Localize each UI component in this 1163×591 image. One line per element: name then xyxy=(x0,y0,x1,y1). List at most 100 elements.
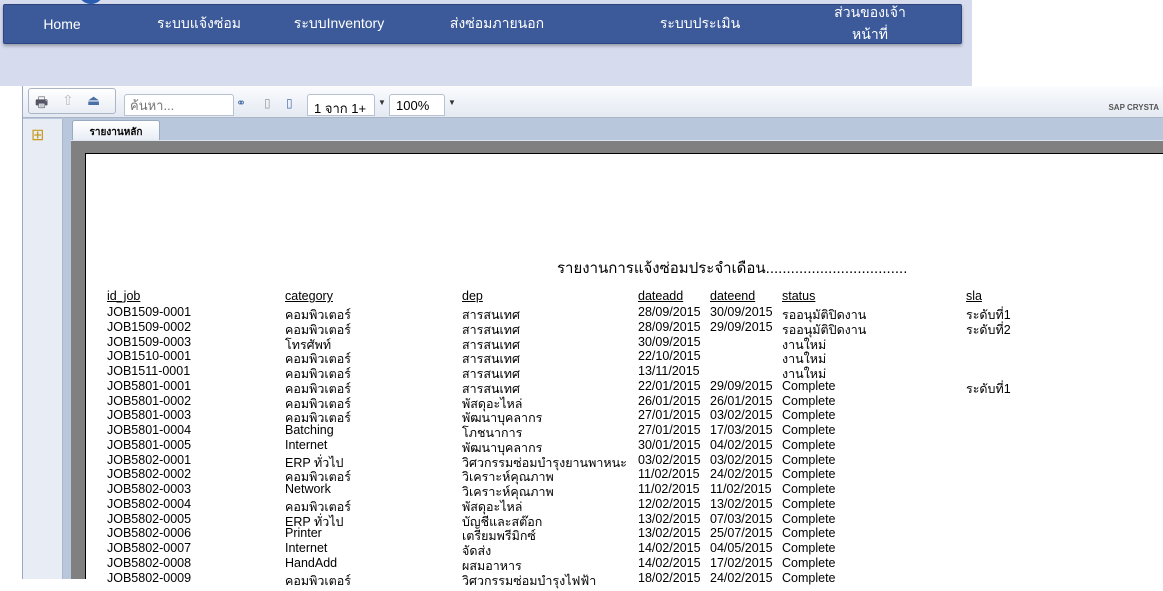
table-cell: Complete xyxy=(782,452,836,467)
export-print-group: 🖶 ⇧ ⏏ xyxy=(28,88,116,114)
table-cell: Network xyxy=(285,482,331,496)
next-page-icon[interactable]: ▯ xyxy=(286,96,293,110)
table-cell: Complete xyxy=(782,496,836,511)
table-cell: Batching xyxy=(285,423,334,437)
table-cell: 13/02/2015 xyxy=(638,511,701,526)
table-cell: JOB5802-0003 xyxy=(107,482,192,496)
table-cell: Internet xyxy=(285,541,328,555)
search-input[interactable] xyxy=(124,94,234,116)
table-cell: 11/02/2015 xyxy=(710,482,772,496)
prev-page-icon[interactable]: ▯ xyxy=(264,96,271,110)
nav-item[interactable]: ส่งซ่อมภายนอก xyxy=(450,13,544,35)
table-cell: JOB1509-0001 xyxy=(107,305,192,319)
table-cell: 24/02/2015 xyxy=(710,467,773,482)
table-cell: 28/09/2015 xyxy=(638,319,701,334)
table-cell: 07/03/2015 xyxy=(710,511,773,526)
nav-item[interactable]: Home xyxy=(43,16,80,32)
table-cell: Complete xyxy=(782,482,836,496)
table-cell: 26/01/2015 xyxy=(638,393,701,408)
table-cell: 27/01/2015 xyxy=(638,408,701,423)
table-cell: 18/02/2015 xyxy=(638,570,701,585)
table-cell: HandAdd xyxy=(285,555,338,570)
table-cell: Internet xyxy=(285,437,328,452)
table-cell: Complete xyxy=(782,511,836,526)
viewer-toolbar: 🖶 ⇧ ⏏ ⚭ ▯ ▯ 1 จาก 1+ ▼ 100% ▼ SAP CRYSTA xyxy=(23,86,1163,118)
table-cell: JOB5801-0001 xyxy=(107,378,192,393)
table-cell: ระดับที่2 xyxy=(966,322,1011,337)
table-cell: 03/02/2015 xyxy=(710,452,773,467)
table-cell: 13/02/2015 xyxy=(710,496,773,511)
group-tree-icon[interactable]: ⊞ xyxy=(31,125,44,145)
table-cell: Complete xyxy=(782,526,836,541)
page-dropdown-icon[interactable]: ▼ xyxy=(378,98,386,107)
table-cell: 12/02/2015 xyxy=(638,496,701,511)
main-nav: Home ระบบแจ้งซ่อม ระบบInventory ส่งซ่อมภายน… xyxy=(3,4,962,44)
column-header: sla xyxy=(966,289,982,303)
table-cell: 30/09/2015 xyxy=(710,305,773,319)
nav-item[interactable]: ระบบแจ้งซ่อม xyxy=(157,13,241,35)
column-header: dep xyxy=(462,289,483,303)
table-cell: JOB5801-0003 xyxy=(107,408,192,423)
table-cell: JOB1509-0002 xyxy=(107,319,192,334)
table-cell: 29/09/2015 xyxy=(710,319,773,334)
table-cell: 30/09/2015 xyxy=(638,334,701,349)
column-header: dateend xyxy=(710,289,756,303)
table-cell: Printer xyxy=(285,526,322,541)
table-cell: Complete xyxy=(782,541,836,555)
table-cell: 17/02/2015 xyxy=(710,555,773,570)
nav-item[interactable]: ส่วนของเจ้าหน้าที่ xyxy=(825,2,916,46)
table-cell: วิศวกรรมซ่อมบำรุงไฟฟ้า xyxy=(462,573,597,588)
table-cell: 03/02/2015 xyxy=(710,408,773,423)
zoom-dropdown-icon[interactable]: ▼ xyxy=(448,98,456,107)
page-field[interactable]: 1 จาก 1+ xyxy=(307,94,375,116)
table-cell: JOB5802-0006 xyxy=(107,526,192,541)
table-cell: Complete xyxy=(782,423,836,437)
table-cell: 04/05/2015 xyxy=(710,541,773,555)
table-cell: JOB5801-0002 xyxy=(107,393,192,408)
table-cell: 27/01/2015 xyxy=(638,423,701,437)
table-cell: Complete xyxy=(782,437,836,452)
nav-item[interactable]: ระบบประเมิน xyxy=(660,13,740,35)
table-cell: JOB1511-0001 xyxy=(107,364,191,378)
print-icon[interactable]: 🖶 xyxy=(35,92,48,116)
table-cell: 04/02/2015 xyxy=(710,437,773,452)
report-title: รายงานการแจ้งซ่อมประจำเดือน.............… xyxy=(557,260,908,277)
table-cell: 14/02/2015 xyxy=(638,555,701,570)
table-cell: Complete xyxy=(782,408,836,423)
table-cell: 22/01/2015 xyxy=(638,378,701,393)
upload-icon[interactable]: ⇧ xyxy=(62,92,74,109)
table-cell: JOB5802-0007 xyxy=(107,541,192,555)
table-cell: Complete xyxy=(782,378,836,393)
table-cell: ระดับที่1 xyxy=(966,381,1011,396)
table-cell: 13/11/2015 xyxy=(638,364,700,378)
table-cell: JOB5802-0002 xyxy=(107,467,192,482)
tab-main-report[interactable]: รายงานหลัก xyxy=(72,120,160,140)
table-cell: 28/09/2015 xyxy=(638,305,701,319)
table-cell: JOB5802-0008 xyxy=(107,555,192,570)
export-icon[interactable]: ⏏ xyxy=(87,92,100,109)
report-page xyxy=(85,153,1163,579)
table-cell: 30/01/2015 xyxy=(638,437,701,452)
table-cell: 11/02/2015 xyxy=(638,482,700,496)
table-cell: Complete xyxy=(782,570,836,585)
table-cell: Complete xyxy=(782,555,836,570)
table-cell: JOB5802-0005 xyxy=(107,511,192,526)
table-cell: JOB5802-0001 xyxy=(107,452,192,467)
table-cell: JOB5801-0004 xyxy=(107,423,192,437)
zoom-field[interactable]: 100% xyxy=(389,94,445,116)
group-tree-panel: ⊞ xyxy=(23,119,63,579)
table-cell: 03/02/2015 xyxy=(638,452,701,467)
column-header: dateadd xyxy=(638,289,684,303)
table-cell: 25/07/2015 xyxy=(710,526,773,541)
find-binoculars-icon[interactable]: ⚭ xyxy=(236,96,246,110)
table-cell: 26/01/2015 xyxy=(710,393,773,408)
column-header: id_job xyxy=(107,289,141,303)
table-cell: JOB1510-0001 xyxy=(107,349,192,364)
table-cell: 22/10/2015 xyxy=(638,349,701,364)
column-header: status xyxy=(782,289,816,303)
column-header: category xyxy=(285,289,333,303)
table-cell: 11/02/2015 xyxy=(638,467,700,482)
table-cell: 14/02/2015 xyxy=(638,541,701,555)
table-cell: Complete xyxy=(782,393,836,408)
nav-item[interactable]: ระบบInventory xyxy=(294,13,384,35)
